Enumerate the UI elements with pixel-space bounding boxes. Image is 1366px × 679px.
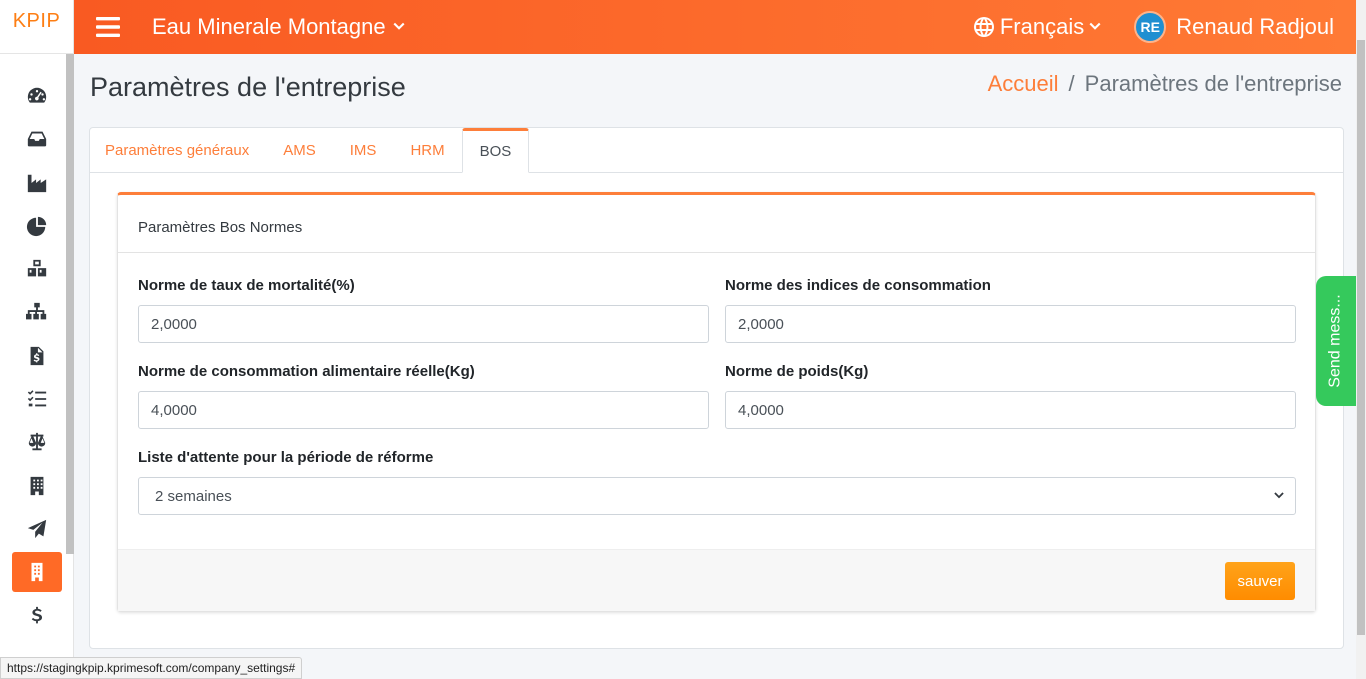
- tab-general-settings[interactable]: Paramètres généraux: [90, 128, 266, 172]
- send-message-label: Send mess...: [1327, 294, 1344, 388]
- avatar: RE: [1134, 11, 1167, 43]
- tab-ams[interactable]: AMS: [266, 128, 333, 172]
- sidebar-item-tasks[interactable]: [12, 379, 62, 419]
- bos-norms-panel: Paramètres Bos Normes Norme de taux de m…: [117, 192, 1316, 612]
- weight-label: Norme de poids(Kg): [725, 363, 869, 380]
- sidebar-item-organization[interactable]: [12, 292, 62, 332]
- sidebar-scrollbar[interactable]: [66, 54, 74, 554]
- menu-toggle-button[interactable]: [80, 0, 136, 54]
- waitlist-selected-value: 2 semaines: [155, 487, 232, 505]
- breadcrumb-current: Paramètres de l'entreprise: [1084, 71, 1342, 96]
- sidebar-item-buildings[interactable]: [12, 466, 62, 506]
- user-menu[interactable]: RE Renaud Radjoul: [1134, 11, 1334, 43]
- company-icon: [31, 563, 43, 582]
- brand-logo[interactable]: KPIP: [0, 0, 73, 54]
- food-consumption-value: 4,0000: [151, 401, 197, 419]
- food-consumption-field-group: Norme de consommation alimentaire réelle…: [138, 363, 709, 449]
- consumption-index-field-group: Norme des indices de consommation 2,0000: [725, 277, 1296, 363]
- dollar-icon: [31, 606, 43, 623]
- tab-ims[interactable]: IMS: [333, 128, 394, 172]
- brand-text: KPIP: [12, 10, 61, 32]
- weight-input[interactable]: 4,0000: [725, 391, 1296, 429]
- weight-value: 4,0000: [738, 401, 784, 419]
- panel-title: Paramètres Bos Normes: [118, 195, 1315, 253]
- waitlist-field-group: Liste d'attente pour la période de réfor…: [138, 449, 1296, 535]
- sidebar-item-reports[interactable]: [12, 206, 62, 246]
- globe-icon: [973, 17, 994, 37]
- cubes-icon: [27, 260, 47, 277]
- hamburger-icon: [96, 17, 120, 37]
- chevron-down-icon: [1274, 492, 1284, 499]
- topbar: Eau Minerale Montagne Français RE Renaud…: [74, 0, 1356, 54]
- consumption-index-label: Norme des indices de consommation: [725, 277, 991, 294]
- breadcrumb-home-link[interactable]: Accueil: [988, 71, 1059, 97]
- user-name: Renaud Radjoul: [1176, 14, 1334, 39]
- language-label: Français: [999, 14, 1085, 39]
- breadcrumb-separator: /: [1068, 71, 1075, 96]
- send-icon: [27, 519, 47, 539]
- settings-card: Paramètres généraux AMS IMS HRM BOS Para…: [89, 127, 1344, 649]
- waitlist-select[interactable]: 2 semaines: [138, 477, 1296, 515]
- panel-footer: sauver: [118, 549, 1315, 611]
- sidebar-item-dashboard[interactable]: [12, 76, 62, 116]
- sidebar-item-company-settings[interactable]: [12, 552, 62, 593]
- page-title: Paramètres de l'entreprise: [90, 72, 406, 102]
- language-selector[interactable]: Français: [972, 14, 1102, 40]
- waitlist-label: Liste d'attente pour la période de réfor…: [138, 449, 434, 466]
- weight-field-group: Norme de poids(Kg) 4,0000: [725, 363, 1296, 449]
- settings-tabs: Paramètres généraux AMS IMS HRM BOS: [90, 128, 1343, 173]
- page-scrollbar-thumb[interactable]: [1357, 40, 1365, 635]
- invoice-icon: [30, 346, 44, 365]
- chevron-down-icon: [1089, 22, 1101, 30]
- building-icon: [30, 476, 44, 495]
- send-message-widget[interactable]: Send mess...: [1316, 276, 1356, 406]
- mortality-rate-input[interactable]: 2,0000: [138, 305, 709, 343]
- chevron-down-icon: [393, 22, 405, 30]
- sidebar-item-inventory[interactable]: [12, 249, 62, 289]
- sidebar-item-inbox[interactable]: [12, 119, 62, 159]
- sidebar-item-messages[interactable]: [12, 509, 62, 549]
- sidebar-item-finance[interactable]: [12, 596, 62, 636]
- sidebar-item-industry[interactable]: [12, 163, 62, 203]
- consumption-index-input[interactable]: 2,0000: [725, 305, 1296, 343]
- tasks-icon: [27, 390, 47, 407]
- status-bar-url: https://stagingkpip.kprimesoft.com/compa…: [0, 657, 303, 679]
- page-scrollbar[interactable]: [1356, 0, 1366, 679]
- mortality-label: Norme de taux de mortalité(%): [138, 277, 355, 294]
- inbox-icon: [27, 131, 47, 147]
- sidebar-item-compliance[interactable]: [12, 422, 62, 462]
- company-name: Eau Minerale Montagne: [152, 14, 386, 39]
- food-consumption-input[interactable]: 4,0000: [138, 391, 709, 429]
- bos-norms-form: Norme de taux de mortalité(%) 2,0000 Nor…: [118, 253, 1315, 535]
- consumption-index-value: 2,0000: [738, 315, 784, 333]
- breadcrumb: Accueil / Paramètres de l'entreprise: [988, 71, 1342, 97]
- tab-bos[interactable]: BOS: [461, 128, 530, 173]
- sitemap-icon: [26, 303, 47, 320]
- food-consumption-label: Norme de consommation alimentaire réelle…: [138, 363, 475, 380]
- dashboard-icon: [27, 87, 47, 103]
- save-button[interactable]: sauver: [1225, 562, 1295, 600]
- company-selector[interactable]: Eau Minerale Montagne: [152, 14, 406, 40]
- mortality-rate-value: 2,0000: [151, 315, 197, 333]
- sidebar-item-invoices[interactable]: [12, 336, 62, 376]
- pie-chart-icon: [26, 216, 47, 236]
- industry-icon: [27, 174, 47, 192]
- mortality-field-group: Norme de taux de mortalité(%) 2,0000: [138, 277, 709, 363]
- tab-hrm[interactable]: HRM: [393, 128, 461, 172]
- sidebar: KPIP: [0, 0, 74, 679]
- sidebar-nav: [0, 54, 73, 636]
- balance-scale-icon: [28, 433, 46, 451]
